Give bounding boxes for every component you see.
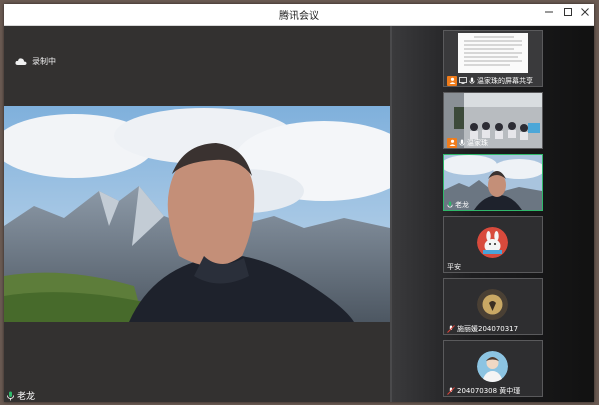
participant-name: 温家珠的屏幕共享 <box>477 76 533 85</box>
participant-name: 平安 <box>447 262 461 271</box>
tile-label-bar: 204070308 黄中瑾 <box>444 385 523 396</box>
participant-tile-screen-share[interactable]: 温家珠的屏幕共享 <box>443 30 543 87</box>
participant-panel: 温家珠的屏幕共享 温家珠 老龙 平安 施丽媛204070317 20407030… <box>392 26 594 402</box>
minimize-icon <box>545 11 553 13</box>
maximize-button[interactable] <box>559 6 577 22</box>
participant-tile-wenjiazhu[interactable]: 温家珠 <box>443 92 543 149</box>
participant-tile-shiliyuan[interactable]: 施丽媛204070317 <box>443 278 543 335</box>
participant-tile-huangzhongjin[interactable]: 204070308 黄中瑾 <box>443 340 543 397</box>
participant-tile-pingan[interactable]: 平安 <box>443 216 543 273</box>
speaker-name-tag: 老龙 <box>6 389 35 402</box>
tile-label-bar: 平安 <box>444 261 464 272</box>
recording-label: 录制中 <box>32 56 56 66</box>
title-bar: 腾讯会议 <box>4 4 594 26</box>
cloud-icon <box>15 57 27 65</box>
tile-label-bar: 老龙 <box>444 199 472 210</box>
meeting-window: 腾讯会议 录制中 老龙 温家珠的屏幕共享 温家珠 老龙 平安 施丽媛204070… <box>4 4 594 402</box>
close-button[interactable] <box>576 6 594 22</box>
tile-label-bar: 施丽媛204070317 <box>444 323 521 334</box>
microphone-icon <box>469 77 475 84</box>
microphone-icon <box>7 391 14 400</box>
speaker-name: 老龙 <box>17 392 36 402</box>
host-badge-icon <box>447 137 457 148</box>
speaker-video-frame <box>4 106 390 322</box>
window-title: 腾讯会议 <box>279 11 319 22</box>
main-video-area: 录制中 老龙 <box>4 26 390 402</box>
participant-name: 施丽媛204070317 <box>457 324 519 333</box>
host-badge-icon <box>447 75 457 86</box>
participant-tile-laolong[interactable]: 老龙 <box>443 154 543 211</box>
microphone-icon <box>459 139 465 146</box>
avatar <box>477 351 508 382</box>
participant-name: 老龙 <box>455 200 469 209</box>
recording-indicator: 录制中 <box>15 54 56 68</box>
microphone-muted-icon <box>447 324 455 333</box>
minimize-button[interactable] <box>540 6 558 22</box>
close-icon <box>581 8 589 16</box>
avatar <box>477 227 508 258</box>
speaker-video <box>4 106 390 322</box>
microphone-muted-icon <box>447 386 455 395</box>
tile-label-bar: 温家珠 <box>444 137 491 148</box>
avatar <box>477 289 508 320</box>
participant-name: 204070308 黄中瑾 <box>457 386 521 395</box>
maximize-icon <box>564 8 572 16</box>
participant-name: 温家珠 <box>467 138 488 147</box>
screen-share-icon <box>459 77 467 84</box>
tile-label-bar: 温家珠的屏幕共享 <box>444 75 536 86</box>
microphone-active-icon <box>447 201 453 208</box>
